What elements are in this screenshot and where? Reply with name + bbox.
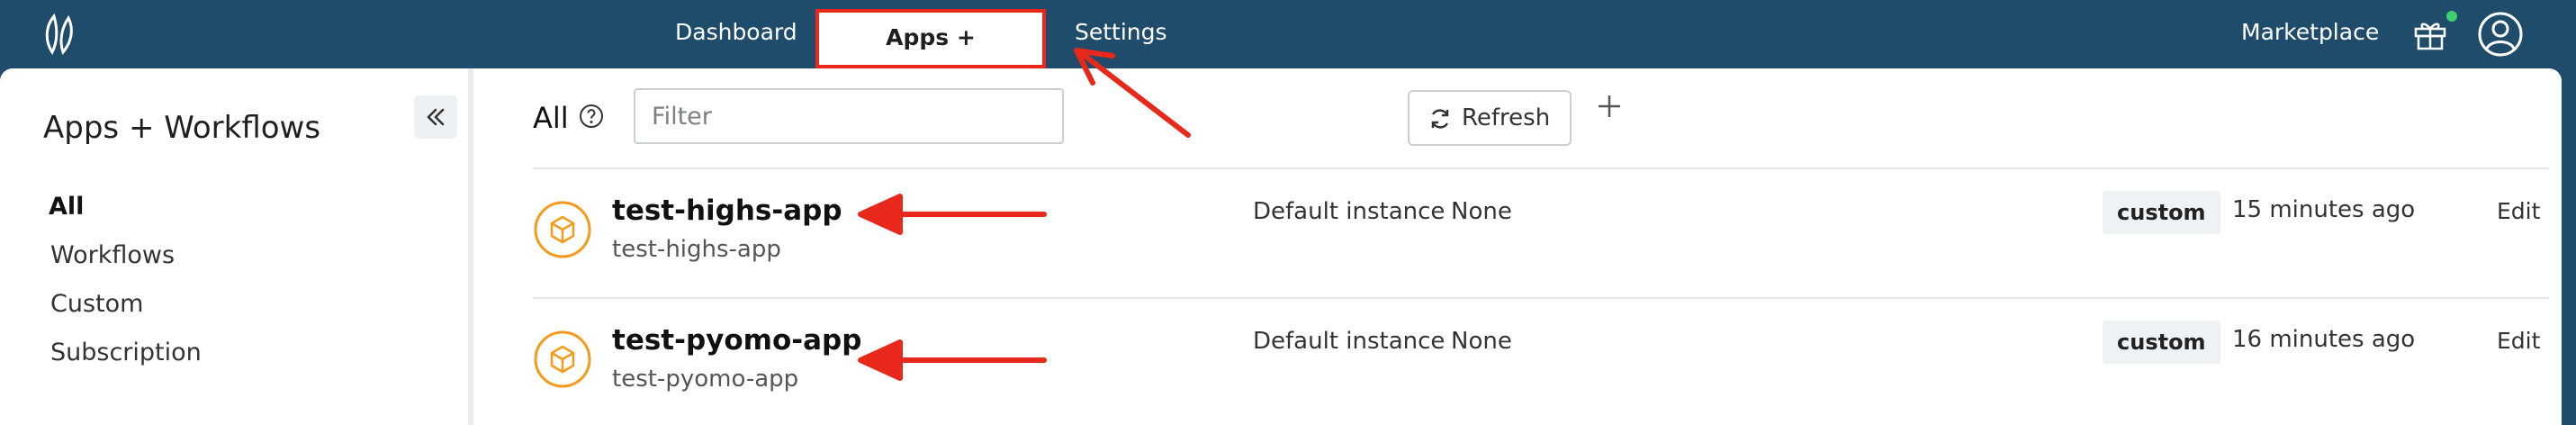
main-panel: All Refresh test-highs-app test-highs-ap…	[473, 68, 2562, 425]
instance-label: Default instance	[1253, 198, 1446, 225]
sidebar-item-custom[interactable]: Custom	[50, 290, 143, 318]
updated-time: 15 minutes ago	[2232, 196, 2416, 223]
app-id: test-pyomo-app	[612, 366, 799, 393]
cube-app-icon	[534, 330, 591, 388]
refresh-button[interactable]: Refresh	[1408, 90, 1572, 146]
nav-apps-workflows[interactable]: Apps + Workflows	[815, 9, 1046, 101]
sidebar-item-subscription[interactable]: Subscription	[50, 339, 202, 366]
leaf-logo-icon[interactable]	[41, 13, 77, 56]
cube-app-icon	[534, 201, 591, 258]
chevrons-left-icon	[427, 108, 445, 126]
user-avatar-icon[interactable]	[2477, 11, 2524, 58]
type-badge: custom	[2103, 191, 2220, 234]
app-name[interactable]: test-pyomo-app	[612, 324, 861, 357]
updated-time: 16 minutes ago	[2232, 326, 2416, 353]
nav-settings[interactable]: Settings	[1075, 0, 1167, 68]
help-circle-icon[interactable]	[578, 103, 605, 130]
instance-value: None	[1451, 328, 1512, 355]
refresh-icon	[1431, 109, 1449, 129]
sidebar-item-all[interactable]: All	[49, 193, 84, 221]
type-badge: custom	[2103, 321, 2220, 364]
nav-marketplace[interactable]: Marketplace	[2241, 0, 2379, 68]
gift-icon[interactable]	[2412, 18, 2448, 50]
sidebar-item-workflows[interactable]: Workflows	[50, 241, 175, 269]
sidebar: Apps + Workflows All Workflows Custom Su…	[0, 68, 468, 425]
collapse-sidebar-button[interactable]	[414, 95, 457, 139]
plus-icon[interactable]	[1591, 88, 1627, 124]
app-name[interactable]: test-highs-app	[612, 194, 842, 227]
list-heading: All	[533, 101, 569, 135]
filter-input[interactable]	[634, 88, 1064, 144]
top-navigation-bar: Dashboard Apps + Workflows Settings Mark…	[0, 0, 2576, 101]
edit-link[interactable]: Edit	[2497, 328, 2540, 354]
app-id: test-highs-app	[612, 236, 781, 263]
sidebar-title: Apps + Workflows	[43, 110, 321, 146]
edit-link[interactable]: Edit	[2497, 198, 2540, 224]
instance-label: Default instance	[1253, 328, 1446, 355]
nav-dashboard[interactable]: Dashboard	[675, 0, 797, 68]
notification-dot	[2446, 11, 2457, 22]
instance-value: None	[1451, 198, 1512, 225]
app-row[interactable]: test-highs-app test-highs-app Default in…	[473, 169, 2562, 299]
app-row[interactable]: test-pyomo-app test-pyomo-app Default in…	[473, 299, 2562, 425]
refresh-label: Refresh	[1462, 104, 1551, 131]
